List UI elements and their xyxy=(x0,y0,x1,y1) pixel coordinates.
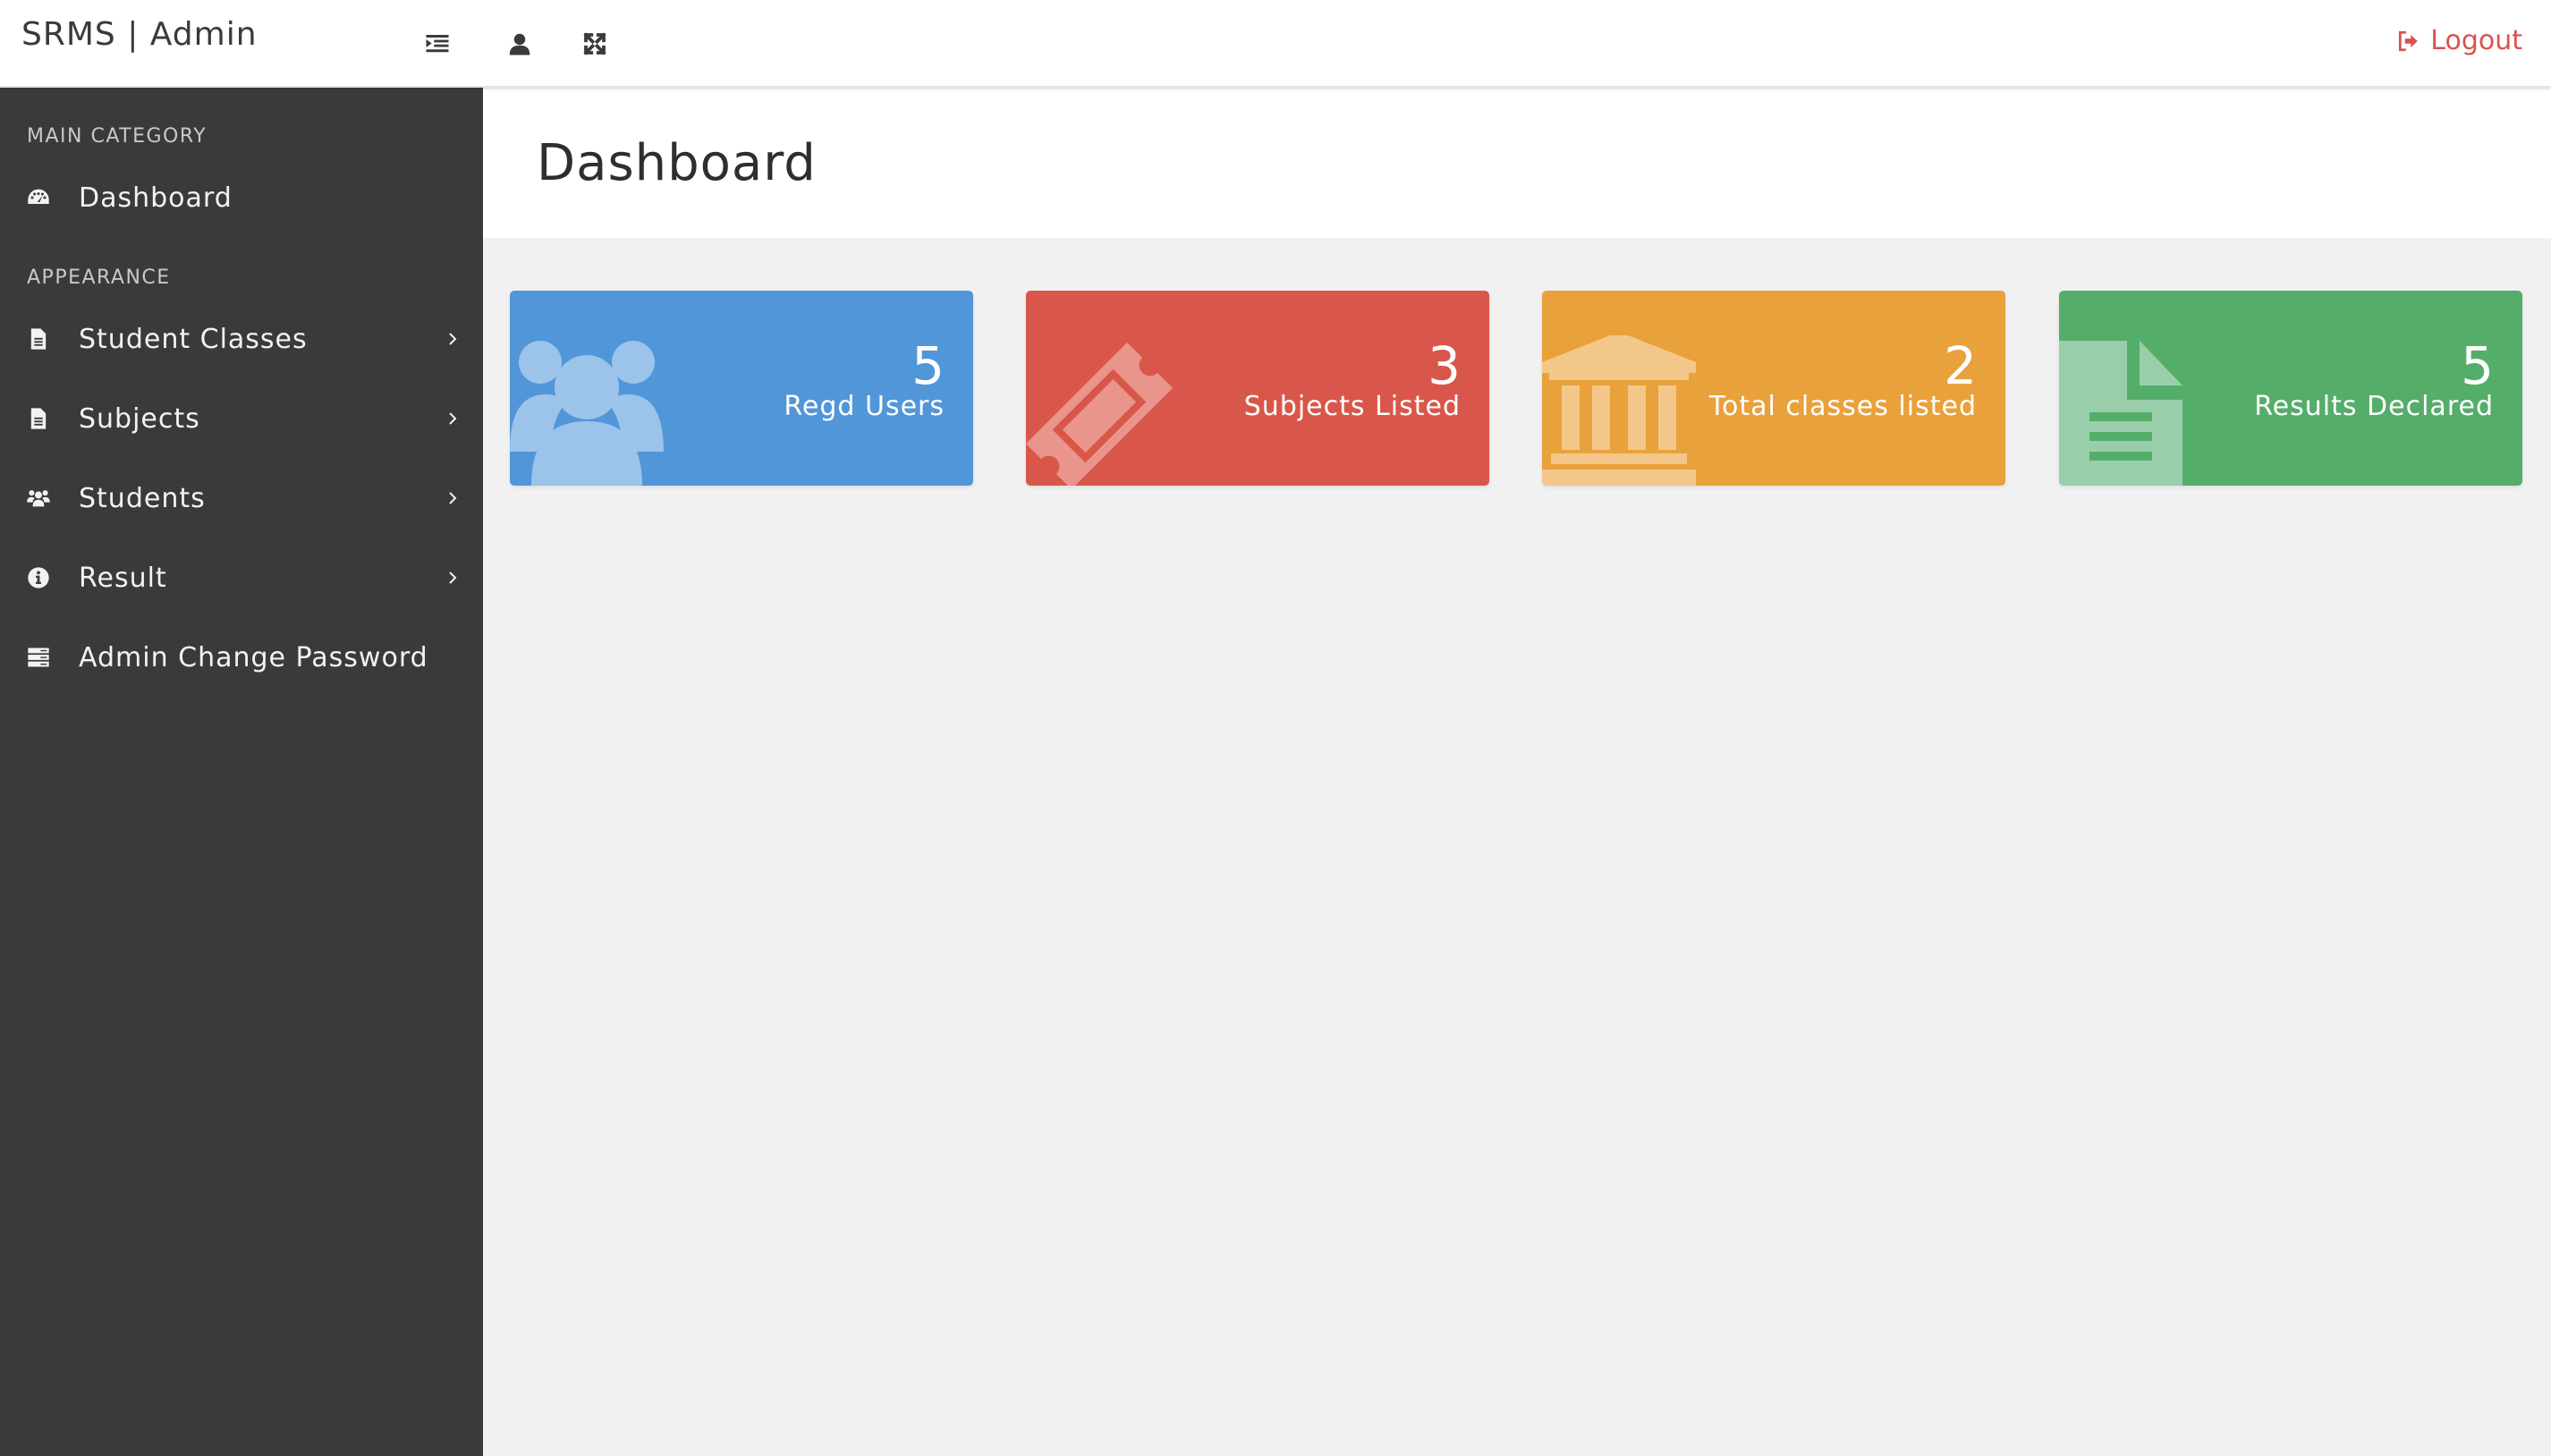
sidebar-item-subjects[interactable]: Subjects xyxy=(0,387,483,450)
user-icon[interactable] xyxy=(503,27,537,61)
sidebar-item-label: Dashboard xyxy=(79,182,233,214)
chevron-right-icon xyxy=(444,410,462,427)
sidebar-item-label: Student Classes xyxy=(79,323,308,355)
stat-label: Total classes listed xyxy=(1708,391,1977,422)
dashboard-icon xyxy=(25,184,52,211)
users-icon xyxy=(25,485,52,512)
stat-label: Results Declared xyxy=(2254,391,2494,422)
logout-button[interactable]: Logout xyxy=(2396,25,2522,56)
page-title: Dashboard xyxy=(537,134,817,192)
ticket-icon xyxy=(1026,335,1187,486)
brand-title[interactable]: SRMS | Admin xyxy=(21,16,258,53)
sidebar: MAIN CATEGORY Dashboard APPEARANCE Stude… xyxy=(0,88,483,1456)
sidebar-item-admin-change-password[interactable]: Admin Change Password xyxy=(0,626,483,689)
page-header: Dashboard xyxy=(483,89,2551,238)
section-label-appearance: APPEARANCE xyxy=(27,267,171,289)
sidebar-item-student-classes[interactable]: Student Classes xyxy=(0,308,483,370)
stat-label: Regd Users xyxy=(784,391,945,422)
sidebar-item-dashboard[interactable]: Dashboard xyxy=(0,166,483,229)
menu-toggle-icon[interactable] xyxy=(420,27,454,61)
info-icon xyxy=(25,564,52,591)
sidebar-item-label: Subjects xyxy=(79,402,200,435)
stat-value: 3 xyxy=(1428,335,1461,396)
sidebar-item-label: Result xyxy=(79,562,167,594)
bank-icon xyxy=(1542,332,1703,486)
stat-label: Subjects Listed xyxy=(1243,391,1461,422)
sidebar-item-result[interactable]: Result xyxy=(0,546,483,609)
users-icon xyxy=(510,335,671,486)
file-icon xyxy=(25,326,52,352)
document-icon xyxy=(2059,335,2220,486)
server-icon xyxy=(25,644,52,671)
stat-value: 5 xyxy=(2461,335,2494,396)
file-icon xyxy=(25,405,52,432)
stat-value: 5 xyxy=(911,335,945,396)
sign-out-icon xyxy=(2396,30,2420,53)
stat-card-results-declared[interactable]: 5 Results Declared xyxy=(2059,291,2522,486)
chevron-right-icon xyxy=(444,330,462,348)
stat-card-subjects-listed[interactable]: 3 Subjects Listed xyxy=(1026,291,1489,486)
section-label-main-category: MAIN CATEGORY xyxy=(27,125,208,148)
chevron-right-icon xyxy=(444,489,462,507)
stat-card-regd-users[interactable]: 5 Regd Users xyxy=(510,291,973,486)
chevron-right-icon xyxy=(444,569,462,587)
fullscreen-icon[interactable] xyxy=(578,27,612,61)
top-navbar: SRMS | Admin Logout xyxy=(0,0,2551,88)
stat-value: 2 xyxy=(1944,335,1977,396)
sidebar-item-students[interactable]: Students xyxy=(0,467,483,529)
sidebar-item-label: Admin Change Password xyxy=(79,641,428,673)
stat-card-total-classes[interactable]: 2 Total classes listed xyxy=(1542,291,2005,486)
sidebar-item-label: Students xyxy=(79,482,206,514)
logout-label: Logout xyxy=(2430,25,2522,56)
